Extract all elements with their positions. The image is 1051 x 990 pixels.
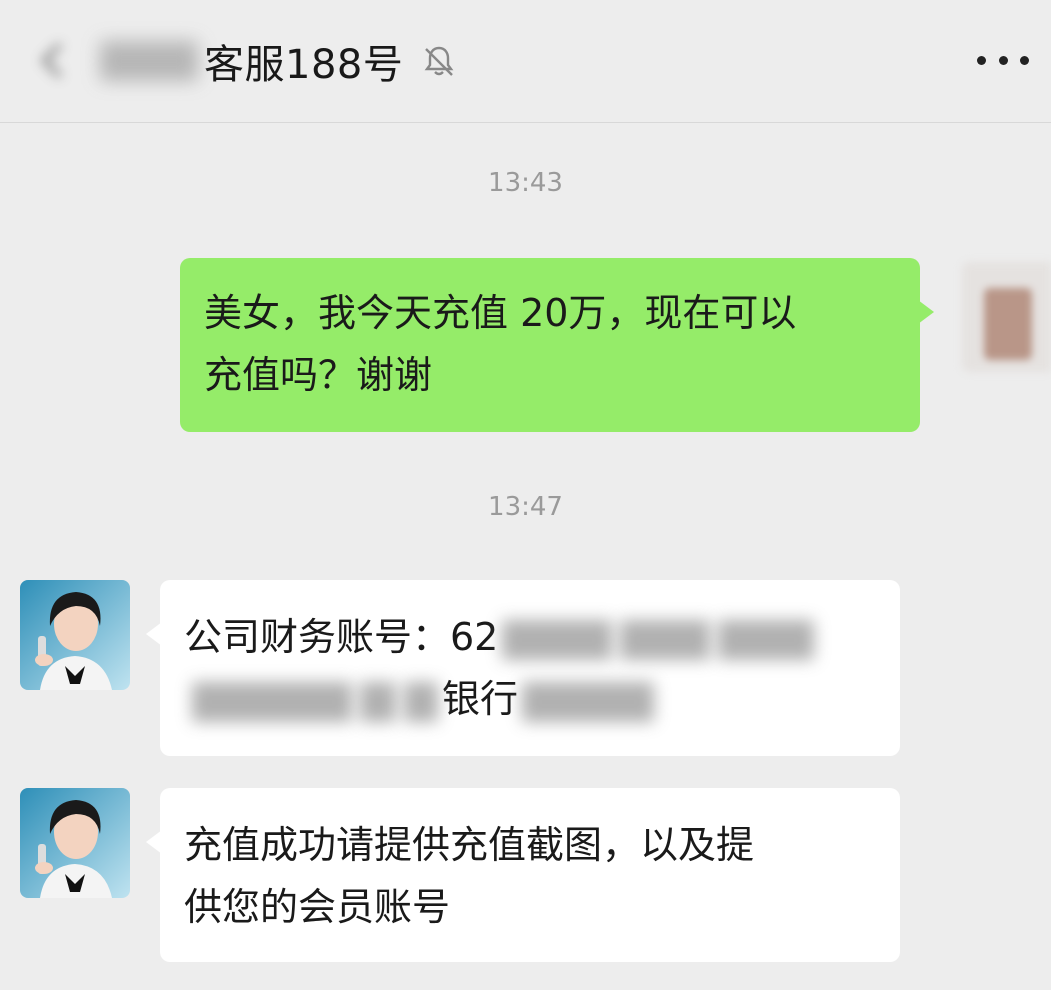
redacted-account-part bbox=[502, 619, 613, 660]
more-dots-icon[interactable] bbox=[977, 46, 1029, 74]
timestamp: 13:43 bbox=[488, 168, 563, 198]
redacted-account-part bbox=[192, 681, 352, 722]
account-label: 公司财务账号：62 bbox=[184, 615, 499, 659]
redacted-account-part bbox=[620, 619, 711, 660]
dot-2 bbox=[998, 55, 1008, 65]
self-avatar[interactable] bbox=[962, 262, 1051, 372]
message-line: 供您的会员账号 bbox=[184, 885, 451, 929]
message-line: 充值成功请提供充值截图，以及提 bbox=[184, 823, 755, 867]
chat-title: 客服188号 bbox=[204, 42, 404, 88]
agent-avatar[interactable] bbox=[20, 788, 130, 898]
chat-header: 客服188号 bbox=[0, 0, 1051, 123]
dot-3 bbox=[1020, 55, 1029, 65]
received-message-bubble[interactable]: 充值成功请提供充值截图，以及提 供您的会员账号 bbox=[146, 788, 900, 962]
dot-1 bbox=[977, 55, 986, 65]
chat-title-area: 客服188号 bbox=[100, 30, 457, 92]
received-message-bubble[interactable]: 公司财务账号：62 银行 bbox=[146, 580, 900, 756]
agent-avatar[interactable] bbox=[20, 580, 130, 690]
message-line: 银行 bbox=[184, 668, 876, 730]
redacted-bank-name bbox=[404, 681, 438, 722]
sent-message-bubble[interactable]: 美女，我今天充值 20万，现在可以 充值吗？谢谢 bbox=[180, 258, 934, 432]
message-line: 充值吗？谢谢 bbox=[204, 353, 433, 397]
back-arrow-icon[interactable] bbox=[34, 40, 74, 80]
timestamp: 13:47 bbox=[488, 492, 563, 522]
redacted-account-part bbox=[360, 681, 396, 722]
redacted-name bbox=[100, 41, 198, 81]
redacted-bank-detail bbox=[522, 681, 655, 722]
bank-label: 银行 bbox=[442, 677, 519, 721]
redacted-account-part bbox=[718, 619, 815, 660]
message-line: 美女，我今天充值 20万，现在可以 bbox=[204, 291, 797, 335]
muted-bell-icon bbox=[421, 43, 457, 79]
message-line: 公司财务账号：62 bbox=[184, 606, 876, 668]
